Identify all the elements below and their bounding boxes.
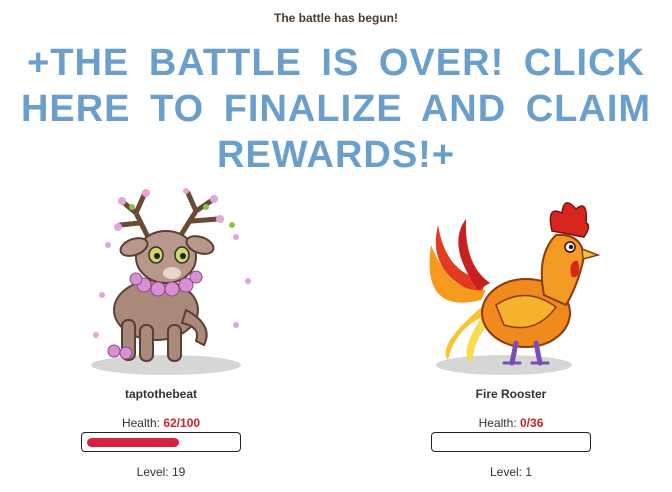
enemy-name: Fire Rooster: [475, 387, 547, 401]
battle-status-text: The battle has begun!: [273, 11, 398, 25]
player-health-text: Health: 62/100: [36, 416, 286, 430]
enemy-health-text: Health: 0/36: [386, 416, 636, 430]
enemy-level: Level: 1: [489, 465, 533, 479]
rooster-icon: [429, 202, 601, 375]
player-health-max: 100: [180, 416, 201, 430]
enemy-combatant: Fire Rooster Health: 0/36 Level: 1: [386, 185, 636, 479]
enemy-health-max: 36: [530, 416, 544, 430]
enemy-health-current: 0: [519, 416, 527, 430]
player-health-current: 62: [163, 416, 177, 430]
player-health-label: Health:: [121, 416, 164, 430]
enemy-health-label: Health:: [478, 416, 520, 430]
player-health-bar-fill: [87, 438, 179, 447]
finalize-battle-link[interactable]: +THE BATTLE IS OVER! CLICK HERE TO FINAL…: [10, 40, 662, 178]
enemy-health-bar: [431, 432, 591, 452]
deer-pet-icon: [91, 188, 251, 375]
player-level: Level: 19: [136, 465, 186, 479]
player-health-bar: [81, 432, 241, 452]
player-combatant: taptothebeat Health: 62/100 Level: 19: [36, 185, 286, 479]
player-name: taptothebeat: [125, 387, 197, 401]
